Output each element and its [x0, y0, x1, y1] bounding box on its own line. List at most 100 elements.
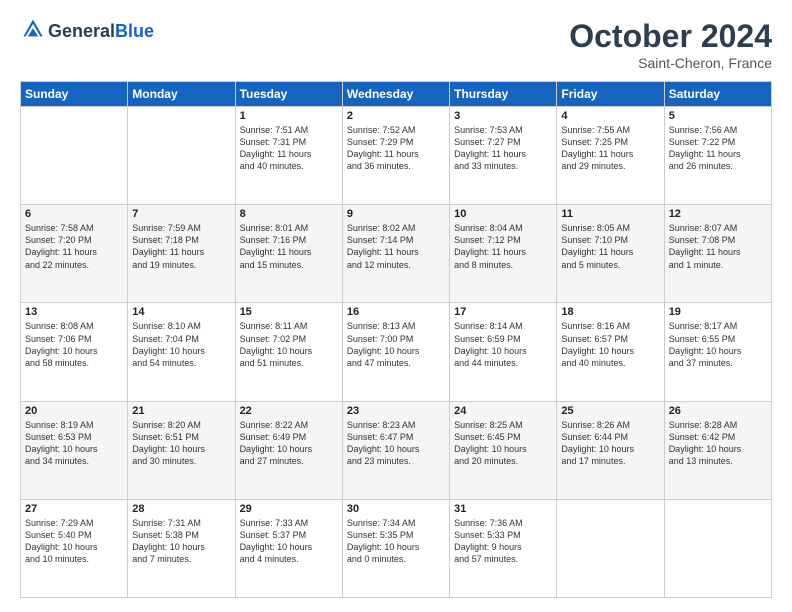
cell-content: Sunrise: 7:53 AM Sunset: 7:27 PM Dayligh…	[454, 124, 552, 173]
calendar-cell: 25Sunrise: 8:26 AM Sunset: 6:44 PM Dayli…	[557, 401, 664, 499]
cell-content: Sunrise: 7:59 AM Sunset: 7:18 PM Dayligh…	[132, 222, 230, 271]
cell-content: Sunrise: 7:56 AM Sunset: 7:22 PM Dayligh…	[669, 124, 767, 173]
cell-content: Sunrise: 8:19 AM Sunset: 6:53 PM Dayligh…	[25, 419, 123, 468]
weekday-header: Monday	[128, 82, 235, 107]
cell-content: Sunrise: 7:55 AM Sunset: 7:25 PM Dayligh…	[561, 124, 659, 173]
cell-content: Sunrise: 8:20 AM Sunset: 6:51 PM Dayligh…	[132, 419, 230, 468]
day-number: 6	[25, 208, 123, 220]
calendar-cell: 15Sunrise: 8:11 AM Sunset: 7:02 PM Dayli…	[235, 303, 342, 401]
day-number: 21	[132, 405, 230, 417]
day-number: 31	[454, 503, 552, 515]
day-number: 12	[669, 208, 767, 220]
logo: GeneralBlue	[20, 18, 154, 45]
cell-content: Sunrise: 8:25 AM Sunset: 6:45 PM Dayligh…	[454, 419, 552, 468]
cell-content: Sunrise: 7:29 AM Sunset: 5:40 PM Dayligh…	[25, 517, 123, 566]
day-number: 10	[454, 208, 552, 220]
calendar-cell: 23Sunrise: 8:23 AM Sunset: 6:47 PM Dayli…	[342, 401, 449, 499]
weekday-header: Sunday	[21, 82, 128, 107]
calendar-cell: 30 Sunrise: 7:34 AM Sunset: 5:35 PM Dayli…	[342, 499, 449, 597]
month-title: October 2024	[569, 18, 772, 55]
cell-content: Sunrise: 8:11 AM Sunset: 7:02 PM Dayligh…	[240, 320, 338, 369]
cell-content: Sunrise: 8:13 AM Sunset: 7:00 PM Dayligh…	[347, 320, 445, 369]
day-number: 27	[25, 503, 123, 515]
cell-content: Sunrise: 8:14 AM Sunset: 6:59 PM Dayligh…	[454, 320, 552, 369]
calendar-cell: 31 Sunrise: 7:36 AM Sunset: 5:33 PM Dayli…	[450, 499, 557, 597]
calendar-cell: 12 Sunrise: 8:07 AM Sunset: 7:08 PM Dayli…	[664, 205, 771, 303]
day-number: 7	[132, 208, 230, 220]
calendar-cell: 9Sunrise: 8:02 AM Sunset: 7:14 PM Daylig…	[342, 205, 449, 303]
cell-content: Sunrise: 8:16 AM Sunset: 6:57 PM Dayligh…	[561, 320, 659, 369]
cell-content: Sunrise: 7:31 AM Sunset: 5:38 PM Dayligh…	[132, 517, 230, 566]
day-number: 19	[669, 306, 767, 318]
cell-content: Sunrise: 8:07 AM Sunset: 7:08 PM Dayligh…	[669, 222, 767, 271]
calendar-cell: 17Sunrise: 8:14 AM Sunset: 6:59 PM Dayli…	[450, 303, 557, 401]
calendar-cell: 5Sunrise: 7:56 AM Sunset: 7:22 PM Daylig…	[664, 107, 771, 205]
calendar-week-row: 27 Sunrise: 7:29 AM Sunset: 5:40 PM Dayli…	[21, 499, 772, 597]
weekday-header: Thursday	[450, 82, 557, 107]
calendar-cell: 16Sunrise: 8:13 AM Sunset: 7:00 PM Dayli…	[342, 303, 449, 401]
calendar-week-row: 20 Sunrise: 8:19 AM Sunset: 6:53 PM Dayli…	[21, 401, 772, 499]
title-block: October 2024 Saint-Cheron, France	[569, 18, 772, 71]
page: GeneralBlue October 2024 Saint-Cheron, F…	[0, 0, 792, 612]
day-number: 26	[669, 405, 767, 417]
calendar-cell: 18 Sunrise: 8:16 AM Sunset: 6:57 PM Dayli…	[557, 303, 664, 401]
cell-content: Sunrise: 7:36 AM Sunset: 5:33 PM Dayligh…	[454, 517, 552, 566]
weekday-header: Wednesday	[342, 82, 449, 107]
calendar-cell: 11Sunrise: 8:05 AM Sunset: 7:10 PM Dayli…	[557, 205, 664, 303]
day-number: 25	[561, 405, 659, 417]
calendar-cell: 14 Sunrise: 8:10 AM Sunset: 7:04 PM Dayli…	[128, 303, 235, 401]
day-number: 8	[240, 208, 338, 220]
calendar-cell: 8 Sunrise: 8:01 AM Sunset: 7:16 PM Daylig…	[235, 205, 342, 303]
header: GeneralBlue October 2024 Saint-Cheron, F…	[20, 18, 772, 71]
cell-content: Sunrise: 8:23 AM Sunset: 6:47 PM Dayligh…	[347, 419, 445, 468]
cell-content: Sunrise: 7:33 AM Sunset: 5:37 PM Dayligh…	[240, 517, 338, 566]
day-number: 2	[347, 110, 445, 122]
weekday-header: Saturday	[664, 82, 771, 107]
logo-icon	[22, 18, 44, 40]
day-number: 29	[240, 503, 338, 515]
calendar-cell: 29 Sunrise: 7:33 AM Sunset: 5:37 PM Dayli…	[235, 499, 342, 597]
cell-content: Sunrise: 7:51 AM Sunset: 7:31 PM Dayligh…	[240, 124, 338, 173]
cell-content: Sunrise: 7:34 AM Sunset: 5:35 PM Dayligh…	[347, 517, 445, 566]
day-number: 4	[561, 110, 659, 122]
day-number: 24	[454, 405, 552, 417]
weekday-header: Tuesday	[235, 82, 342, 107]
day-number: 1	[240, 110, 338, 122]
calendar-week-row: 6Sunrise: 7:58 AM Sunset: 7:20 PM Daylig…	[21, 205, 772, 303]
cell-content: Sunrise: 8:02 AM Sunset: 7:14 PM Dayligh…	[347, 222, 445, 271]
cell-content: Sunrise: 8:28 AM Sunset: 6:42 PM Dayligh…	[669, 419, 767, 468]
calendar-cell: 6Sunrise: 7:58 AM Sunset: 7:20 PM Daylig…	[21, 205, 128, 303]
cell-content: Sunrise: 8:08 AM Sunset: 7:06 PM Dayligh…	[25, 320, 123, 369]
location: Saint-Cheron, France	[569, 55, 772, 71]
day-number: 18	[561, 306, 659, 318]
day-number: 30	[347, 503, 445, 515]
calendar-cell: 3Sunrise: 7:53 AM Sunset: 7:27 PM Daylig…	[450, 107, 557, 205]
logo-general-text: General	[48, 21, 115, 41]
calendar-cell	[21, 107, 128, 205]
cell-content: Sunrise: 8:01 AM Sunset: 7:16 PM Dayligh…	[240, 222, 338, 271]
day-number: 20	[25, 405, 123, 417]
cell-content: Sunrise: 8:04 AM Sunset: 7:12 PM Dayligh…	[454, 222, 552, 271]
calendar-cell	[128, 107, 235, 205]
cell-content: Sunrise: 8:10 AM Sunset: 7:04 PM Dayligh…	[132, 320, 230, 369]
day-number: 13	[25, 306, 123, 318]
cell-content: Sunrise: 8:05 AM Sunset: 7:10 PM Dayligh…	[561, 222, 659, 271]
calendar-cell: 10 Sunrise: 8:04 AM Sunset: 7:12 PM Dayli…	[450, 205, 557, 303]
calendar-cell: 24 Sunrise: 8:25 AM Sunset: 6:45 PM Dayli…	[450, 401, 557, 499]
calendar-cell: 27 Sunrise: 7:29 AM Sunset: 5:40 PM Dayli…	[21, 499, 128, 597]
calendar-cell: 22Sunrise: 8:22 AM Sunset: 6:49 PM Dayli…	[235, 401, 342, 499]
calendar-cell	[557, 499, 664, 597]
day-number: 14	[132, 306, 230, 318]
calendar-header: SundayMondayTuesdayWednesdayThursdayFrid…	[21, 82, 772, 107]
calendar-cell: 28 Sunrise: 7:31 AM Sunset: 5:38 PM Dayli…	[128, 499, 235, 597]
day-number: 22	[240, 405, 338, 417]
cell-content: Sunrise: 7:52 AM Sunset: 7:29 PM Dayligh…	[347, 124, 445, 173]
calendar-cell: 1 Sunrise: 7:51 AM Sunset: 7:31 PM Daylig…	[235, 107, 342, 205]
weekday-row: SundayMondayTuesdayWednesdayThursdayFrid…	[21, 82, 772, 107]
calendar-week-row: 13 Sunrise: 8:08 AM Sunset: 7:06 PM Dayli…	[21, 303, 772, 401]
calendar-table: SundayMondayTuesdayWednesdayThursdayFrid…	[20, 81, 772, 598]
weekday-header: Friday	[557, 82, 664, 107]
day-number: 28	[132, 503, 230, 515]
calendar-cell: 19Sunrise: 8:17 AM Sunset: 6:55 PM Dayli…	[664, 303, 771, 401]
calendar-cell: 4 Sunrise: 7:55 AM Sunset: 7:25 PM Daylig…	[557, 107, 664, 205]
